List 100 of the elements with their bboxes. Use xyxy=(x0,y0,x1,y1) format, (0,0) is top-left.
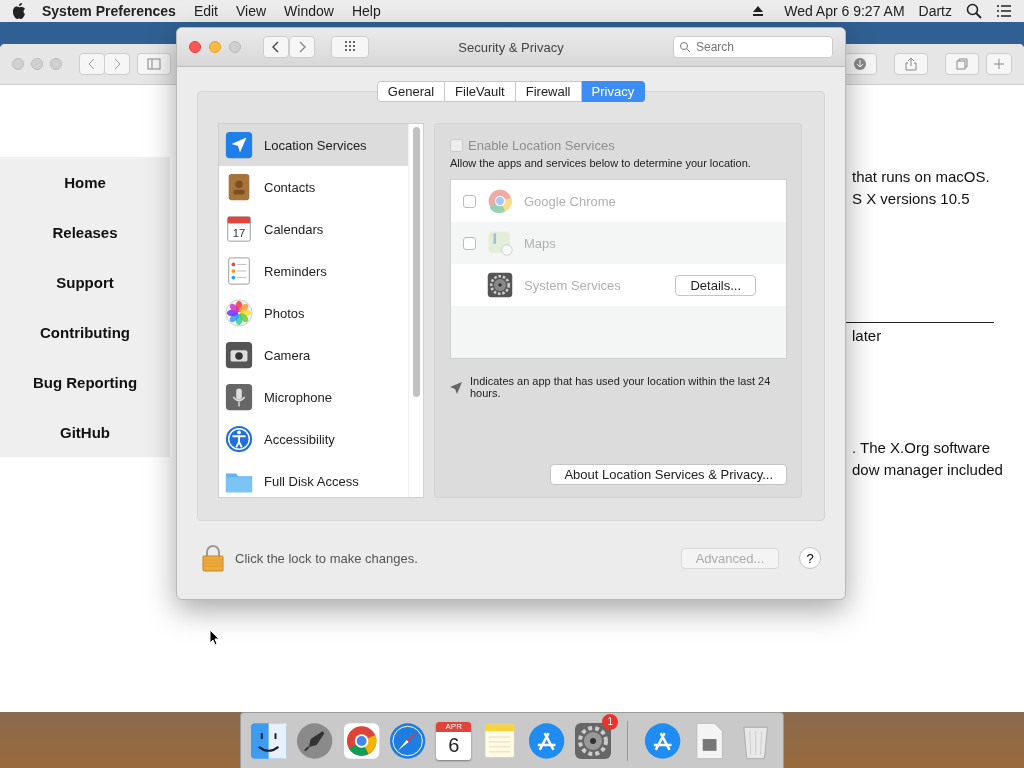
category-item[interactable]: Accessibility xyxy=(219,418,408,460)
body-text: that runs on macOS. xyxy=(851,167,991,187)
clock[interactable]: Wed Apr 6 9:27 AM xyxy=(784,3,905,19)
menu-list-icon[interactable] xyxy=(996,3,1012,19)
forward-button[interactable] xyxy=(104,53,130,75)
close-button[interactable] xyxy=(12,58,24,70)
padlock-icon[interactable] xyxy=(201,544,225,572)
body-text: dow manager included xyxy=(851,460,1004,480)
calendar-month: APR xyxy=(436,721,472,732)
category-label: Full Disk Access xyxy=(264,473,359,489)
category-item[interactable]: Full Disk Access xyxy=(219,460,408,497)
sidebar-button[interactable] xyxy=(137,53,171,75)
zoom-button[interactable] xyxy=(229,41,241,53)
checkbox[interactable] xyxy=(463,194,476,208)
tab[interactable]: FileVault xyxy=(445,81,516,102)
user-menu[interactable]: Dartz xyxy=(918,3,952,19)
minimize-button[interactable] xyxy=(31,58,43,70)
plus-icon xyxy=(992,57,1006,71)
nav-link[interactable]: Bug Reporting xyxy=(0,357,170,407)
category-item[interactable]: Camera xyxy=(219,334,408,376)
flower-icon xyxy=(224,298,254,328)
window-title: Security & Privacy xyxy=(458,39,564,55)
back-button[interactable] xyxy=(263,36,289,58)
download-icon xyxy=(853,57,867,71)
rocket-icon[interactable] xyxy=(295,720,335,761)
menu-item[interactable]: Help xyxy=(351,3,381,19)
category-label: Photos xyxy=(264,305,305,321)
category-item[interactable]: Photos xyxy=(219,292,408,334)
apple-logo-icon[interactable] xyxy=(12,3,26,19)
accessibility-person-icon xyxy=(224,424,254,454)
app-name: Maps xyxy=(524,235,557,251)
chrome-icon xyxy=(486,187,514,215)
category-item[interactable]: Location Services xyxy=(219,124,408,166)
tabs-button[interactable] xyxy=(945,53,979,75)
nav-link[interactable]: Home xyxy=(0,157,170,207)
category-label: Contacts xyxy=(264,179,316,195)
help-button[interactable]: ? xyxy=(799,547,821,569)
body-text: S X versions 10.5 xyxy=(851,189,971,209)
search-icon[interactable] xyxy=(966,3,982,19)
category-item[interactable]: Reminders xyxy=(219,250,408,292)
gear-icon xyxy=(486,271,514,299)
minimize-button[interactable] xyxy=(209,41,221,53)
menu-item[interactable]: Window xyxy=(284,3,334,19)
menu-item[interactable]: View xyxy=(236,3,267,19)
show-all-button[interactable] xyxy=(331,36,369,58)
eject-icon[interactable] xyxy=(752,5,765,17)
zoom-button[interactable] xyxy=(50,58,62,70)
description-text: Allow the apps and services below to determine your location. xyxy=(450,157,752,169)
category-label: Accessibility xyxy=(264,431,335,447)
sidebar-icon xyxy=(147,57,161,71)
app-name: System Services xyxy=(524,277,622,293)
chrome-icon[interactable] xyxy=(341,720,381,761)
category-item[interactable]: Contacts xyxy=(219,166,408,208)
app-menu[interactable]: System Preferences xyxy=(42,3,176,19)
search-icon xyxy=(679,41,691,53)
category-label: Reminders xyxy=(264,263,327,279)
forward-button[interactable] xyxy=(289,36,315,58)
calendar-icon: 17 xyxy=(224,214,254,244)
app-store-icon[interactable] xyxy=(526,720,566,761)
nav-link[interactable]: Contributing xyxy=(0,307,170,357)
new-tab-button[interactable] xyxy=(986,53,1012,75)
details-button[interactable]: Details... xyxy=(675,274,756,296)
overlapping-squares-icon xyxy=(955,57,969,71)
grid-icon xyxy=(343,40,357,54)
app-store-icon[interactable] xyxy=(643,720,683,761)
lock-hint-text: Click the lock to make changes. xyxy=(235,550,418,566)
camera-icon xyxy=(224,340,254,370)
about-button[interactable]: About Location Services & Privacy... xyxy=(550,464,787,485)
search-field[interactable]: Search xyxy=(673,36,833,58)
note-text: Indicates an app that has used your location within the last 24 hours. xyxy=(470,375,772,399)
close-button[interactable] xyxy=(189,41,201,53)
mouse-pointer-icon xyxy=(209,629,220,646)
app-name: Google Chrome xyxy=(524,193,617,209)
microphone-icon xyxy=(224,382,254,412)
nav-link[interactable]: Releases xyxy=(0,207,170,257)
body-text: later xyxy=(851,326,883,346)
tab[interactable]: General xyxy=(376,81,446,102)
checkbox[interactable] xyxy=(463,236,476,250)
scrollbar-thumb[interactable] xyxy=(412,127,420,397)
compass-icon[interactable] xyxy=(387,720,428,761)
back-button[interactable] xyxy=(79,53,105,75)
body-text: . The X.Org software xyxy=(851,438,992,458)
category-item[interactable]: 17 Calendars xyxy=(219,208,408,250)
tab[interactable]: Firewall xyxy=(515,81,582,102)
category-label: Camera xyxy=(264,347,311,363)
checkbox-label: Enable Location Services xyxy=(468,138,615,153)
category-item[interactable]: Microphone xyxy=(219,376,408,418)
share-icon xyxy=(904,57,918,71)
map-icon xyxy=(486,229,514,257)
calendar-day: 6 xyxy=(448,731,460,758)
calendar-icon[interactable]: APR 6 xyxy=(436,721,472,760)
nav-link[interactable]: GitHub xyxy=(0,407,170,457)
finder-face-icon[interactable] xyxy=(249,720,289,761)
menu-item[interactable]: Edit xyxy=(193,3,218,19)
share-button[interactable] xyxy=(894,53,928,75)
category-label: Calendars xyxy=(264,221,324,237)
category-label: Microphone xyxy=(264,389,332,405)
notification-badge: 1 xyxy=(602,713,619,730)
location-arrow-icon xyxy=(450,382,462,394)
nav-link[interactable]: Support xyxy=(0,257,170,307)
